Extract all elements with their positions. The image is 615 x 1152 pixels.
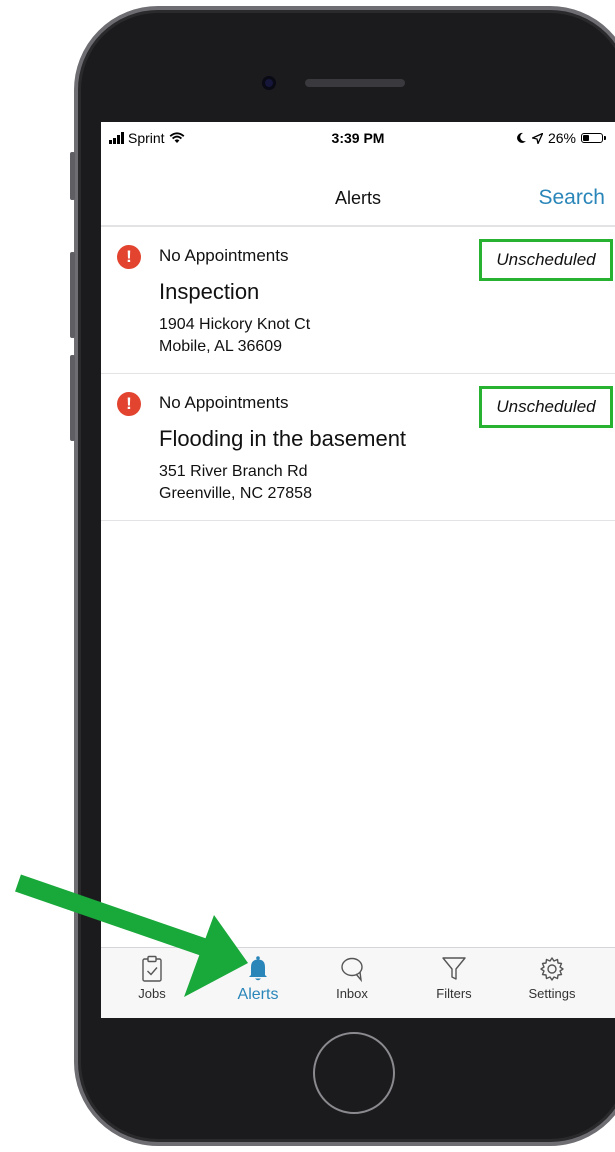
location-arrow-icon <box>531 132 543 144</box>
gear-icon <box>540 957 564 981</box>
battery-icon <box>581 133 606 143</box>
alert-item[interactable]: ! No Appointments Flooding in the baseme… <box>101 374 615 521</box>
alert-title: Inspection <box>159 279 260 304</box>
chat-bubble-icon <box>341 957 363 983</box>
nav-bar: Alerts Search <box>101 176 615 224</box>
front-camera <box>262 76 276 90</box>
tab-filters[interactable]: Filters <box>409 954 499 1001</box>
alert-address-line1: 351 River Branch Rd <box>159 463 308 480</box>
alert-address-line2: Mobile, AL 36609 <box>159 338 283 355</box>
tab-label: Jobs <box>138 986 166 1001</box>
tab-label: Alerts <box>237 986 279 1003</box>
alert-exclamation-icon: ! <box>117 245 141 269</box>
funnel-icon <box>442 957 466 980</box>
tab-alerts[interactable]: Alerts <box>213 954 303 1004</box>
tab-label: Inbox <box>336 986 368 1001</box>
status-bar: Sprint 3:39 PM 26% <box>101 122 615 152</box>
tab-settings[interactable]: Settings <box>507 954 597 1001</box>
unscheduled-badge: Unscheduled <box>479 386 613 428</box>
tab-label: Filters <box>436 986 472 1001</box>
unscheduled-badge: Unscheduled <box>479 239 613 281</box>
alert-status: No Appointments <box>159 393 289 412</box>
alert-title: Flooding in the basement <box>159 426 407 451</box>
battery-percent: 26% <box>547 130 576 146</box>
alert-status: No Appointments <box>159 246 289 265</box>
tab-bar: Jobs Alerts Inbox Filters Settings <box>101 947 615 1018</box>
tab-label: Settings <box>528 986 576 1001</box>
home-button[interactable] <box>313 1032 395 1114</box>
mute-switch <box>70 152 75 200</box>
alert-address-line1: 1904 Hickory Knot Ct <box>159 316 311 333</box>
app-screen: Sprint 3:39 PM 26% Alerts Search ! No Ap… <box>101 122 615 1018</box>
alert-exclamation-icon: ! <box>117 392 141 416</box>
search-button[interactable]: Search <box>538 186 605 210</box>
alert-item[interactable]: ! No Appointments Inspection 1904 Hickor… <box>101 227 615 374</box>
earpiece-speaker <box>305 79 405 87</box>
volume-up-button <box>70 252 75 338</box>
volume-down-button <box>70 355 75 441</box>
alert-address-line2: Greenville, NC 27858 <box>159 485 312 502</box>
bell-icon <box>249 956 267 981</box>
clipboard-check-icon <box>142 955 162 982</box>
moon-icon <box>517 132 526 143</box>
tab-inbox[interactable]: Inbox <box>307 954 397 1001</box>
tab-jobs[interactable]: Jobs <box>107 954 197 1001</box>
